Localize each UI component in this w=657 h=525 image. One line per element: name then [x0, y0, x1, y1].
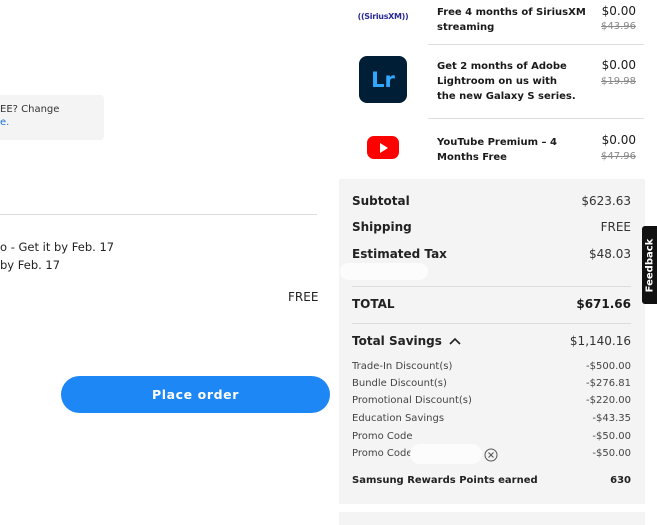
discount-row: Promotional Discount(s) -$220.00 — [352, 395, 631, 406]
discount-value: -$50.00 — [592, 448, 631, 459]
tax-row: Estimated Tax $48.03 — [352, 247, 631, 261]
chevron-up-icon — [449, 337, 461, 345]
discount-label: Trade-In Discount(s) — [352, 361, 453, 372]
savings-toggle[interactable]: Total Savings $1,140.16 — [352, 334, 631, 348]
total-label: TOTAL — [352, 297, 395, 311]
rewards-label: Samsung Rewards Points earned — [352, 475, 538, 486]
promo-item-youtube: YouTube Premium – 4 Months Free $0.00 $4… — [428, 127, 644, 177]
play-icon — [380, 142, 388, 153]
promo-original-price: $47.96 — [601, 151, 636, 162]
notice-text: EE? Change — [0, 104, 60, 115]
promo-price: $0.00 — [601, 58, 636, 72]
promo-name: YouTube Premium – 4 Months Free — [437, 137, 557, 163]
discount-row: Trade-In Discount(s) -$500.00 — [352, 361, 631, 372]
tax-value: $48.03 — [589, 247, 631, 261]
discount-value: -$43.35 — [592, 413, 631, 424]
divider — [352, 286, 631, 287]
discount-value: -$220.00 — [586, 395, 631, 406]
feedback-tab[interactable]: Feedback — [642, 226, 657, 304]
discount-value: -$50.00 — [592, 431, 631, 442]
discount-label: Promo Code — [352, 448, 413, 459]
shipping-estimate-line2: by Feb. 17 — [0, 258, 61, 272]
tax-label: Estimated Tax — [352, 247, 447, 261]
divider — [428, 44, 644, 45]
discount-label: Promo Code — [352, 431, 413, 442]
promo-original-price: $19.98 — [601, 76, 636, 87]
promo-price: $0.00 — [601, 4, 636, 18]
siriusxm-logo: ((SiriusXM)) — [357, 11, 409, 21]
shipping-estimate-line1: o - Get it by Feb. 17 — [0, 240, 115, 254]
discount-row: Promo Code -$50.00 — [352, 431, 631, 442]
rewards-row: Samsung Rewards Points earned 630 — [352, 475, 631, 486]
shipping-value: FREE — [600, 220, 631, 234]
address-notice: EE? Change e. — [0, 95, 104, 140]
discount-row: Bundle Discount(s) -$276.81 — [352, 378, 631, 389]
discount-label: Bundle Discount(s) — [352, 378, 447, 389]
promo-price: $0.00 — [601, 133, 636, 147]
divider — [0, 214, 317, 215]
discount-value: -$276.81 — [586, 378, 631, 389]
youtube-logo — [367, 136, 399, 159]
feedback-label: Feedback — [644, 238, 656, 292]
savings-label: Total Savings — [352, 334, 442, 348]
divider — [352, 323, 631, 324]
discount-value: -$500.00 — [586, 361, 631, 372]
subtotal-label: Subtotal — [352, 194, 410, 208]
discount-label: Education Savings — [352, 413, 445, 424]
place-order-button[interactable]: Place order — [61, 376, 330, 413]
promo-name: Get 2 months of Adobe Lightroom on us wi… — [437, 61, 576, 102]
promo-original-price: $43.96 — [601, 21, 636, 32]
redaction-mark — [340, 263, 428, 280]
subtotal-value: $623.63 — [581, 194, 631, 208]
redaction-mark — [410, 444, 482, 464]
discount-label: Promotional Discount(s) — [352, 395, 472, 406]
savings-value: $1,140.16 — [569, 334, 631, 348]
divider — [428, 118, 644, 119]
total-value: $671.66 — [576, 297, 631, 311]
subtotal-row: Subtotal $623.63 — [352, 194, 631, 208]
shipping-row: Shipping FREE — [352, 220, 631, 234]
shipping-cost: FREE — [288, 290, 319, 304]
summary-footer — [339, 512, 645, 525]
lightroom-logo: Lr — [359, 56, 407, 103]
promo-item-lightroom: Get 2 months of Adobe Lightroom on us wi… — [428, 52, 644, 118]
change-link[interactable]: e. — [0, 117, 9, 128]
rewards-value: 630 — [610, 475, 631, 486]
total-row: TOTAL $671.66 — [352, 297, 631, 311]
remove-promo-icon[interactable] — [484, 448, 498, 462]
promo-item-siriusxm: Free 4 months of SiriusXM streaming $0.0… — [428, 0, 644, 44]
discount-row: Education Savings -$43.35 — [352, 413, 631, 424]
shipping-label: Shipping — [352, 220, 412, 234]
